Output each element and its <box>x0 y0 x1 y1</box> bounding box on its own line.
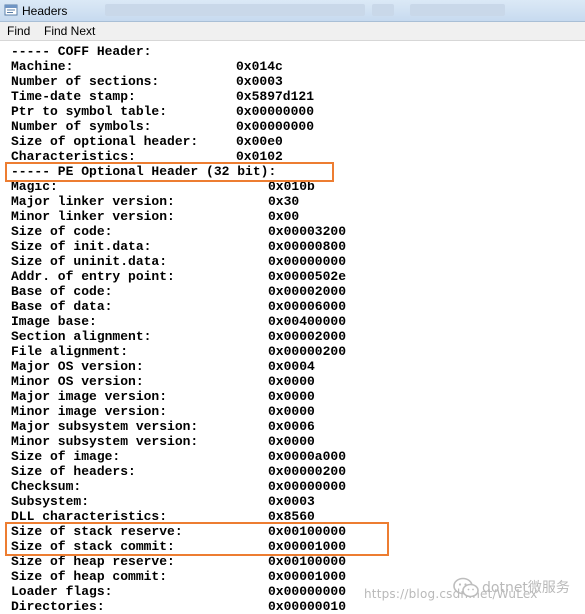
field-value: 0x00006000 <box>268 299 347 314</box>
title-bar-blurred-area <box>372 4 394 16</box>
field-value: 0x0000 <box>268 434 315 449</box>
field-label: Image base: <box>11 314 97 329</box>
menu-find-next-label: Find Next <box>44 24 96 38</box>
menu-find[interactable]: Find <box>7 24 30 38</box>
field-label: Size of headers: <box>11 464 136 479</box>
field-label: Magic: <box>11 179 58 194</box>
field-value: 0x00003200 <box>268 224 347 239</box>
field-label: Addr. of entry point: <box>11 269 175 284</box>
field-label: Size of image: <box>11 449 121 464</box>
field-value: 0x0000 <box>268 404 315 419</box>
field-label: Loader flags: <box>11 584 113 599</box>
field-value: 0x0003 <box>268 494 315 509</box>
field-value: 0x0102 <box>236 149 283 164</box>
field-value: 0x00000000 <box>268 254 347 269</box>
field-value: 0x00001000 <box>268 569 347 584</box>
field-label: Size of heap reserve: <box>11 554 175 569</box>
window-title: Headers <box>22 4 68 18</box>
field-value: 0x00000200 <box>268 344 347 359</box>
field-label: Size of code: <box>11 224 113 239</box>
field-label: Size of uninit.data: <box>11 254 168 269</box>
field-value: 0x00000000 <box>236 104 315 119</box>
title-bar-blurred-area <box>105 4 365 16</box>
field-value: 0x00100000 <box>268 554 347 569</box>
field-label: Major linker version: <box>11 194 175 209</box>
field-label: Ptr to symbol table: <box>11 104 168 119</box>
field-value: 0x00400000 <box>268 314 347 329</box>
field-value: 0x00e0 <box>236 134 283 149</box>
coff-header-heading: ----- COFF Header: <box>11 44 152 59</box>
field-label: Major subsystem version: <box>11 419 199 434</box>
field-label: Directories: <box>11 599 105 614</box>
field-value: 0x30 <box>268 194 300 209</box>
field-label: Minor image version: <box>11 404 168 419</box>
field-value: 0x00000000 <box>268 479 347 494</box>
headers-window: Headers Find Find Next ----- COFF Header… <box>0 0 585 614</box>
field-value: 0x0004 <box>268 359 315 374</box>
menu-find-next[interactable]: Find Next <box>44 24 95 38</box>
field-value: 0x00000010 <box>268 599 347 614</box>
field-label: Size of init.data: <box>11 239 152 254</box>
field-value: 0x0000502e <box>268 269 347 284</box>
field-label: Number of sections: <box>11 74 160 89</box>
field-label: Number of symbols: <box>11 119 152 134</box>
field-label: Base of code: <box>11 284 113 299</box>
field-value: 0x0003 <box>236 74 283 89</box>
field-label: Minor linker version: <box>11 209 175 224</box>
menu-find-label: Find <box>7 24 31 38</box>
field-label: Major image version: <box>11 389 168 404</box>
field-label: Major OS version: <box>11 359 144 374</box>
menu-bar: Find Find Next <box>0 22 585 41</box>
field-value: 0x5897d121 <box>236 89 315 104</box>
field-value: 0x00000000 <box>236 119 315 134</box>
field-label: Section alignment: <box>11 329 152 344</box>
field-value: 0x00000000 <box>268 584 347 599</box>
field-label: Machine: <box>11 59 74 74</box>
field-label: Size of stack commit: <box>11 539 175 554</box>
field-label: Size of optional header: <box>11 134 199 149</box>
headers-text-view[interactable]: ----- COFF Header: Machine: 0x014c Number… <box>0 41 585 614</box>
field-value: 0x00 <box>268 209 300 224</box>
field-label: DLL characteristics: <box>11 509 168 524</box>
field-value: 0x00100000 <box>268 524 347 539</box>
field-value: 0x00000200 <box>268 464 347 479</box>
field-label: File alignment: <box>11 344 129 359</box>
field-label: Base of data: <box>11 299 113 314</box>
field-label: Minor OS version: <box>11 374 144 389</box>
field-value: 0x00001000 <box>268 539 347 554</box>
field-value: 0x014c <box>236 59 283 74</box>
field-label: Characteristics: <box>11 149 136 164</box>
field-value: 0x8560 <box>268 509 315 524</box>
title-bar[interactable]: Headers <box>0 0 585 22</box>
field-label: Minor subsystem version: <box>11 434 199 449</box>
field-label: Subsystem: <box>11 494 90 509</box>
field-label: Checksum: <box>11 479 82 494</box>
field-value: 0x0000a000 <box>268 449 347 464</box>
field-value: 0x0006 <box>268 419 315 434</box>
field-label: Size of stack reserve: <box>11 524 183 539</box>
field-value: 0x0000 <box>268 389 315 404</box>
field-label: Time-date stamp: <box>11 89 136 104</box>
app-icon <box>4 4 18 16</box>
pe-optional-header-heading: ----- PE Optional Header (32 bit): <box>11 164 277 179</box>
field-value: 0x00002000 <box>268 329 347 344</box>
field-value: 0x00002000 <box>268 284 347 299</box>
field-label: Size of heap commit: <box>11 569 168 584</box>
field-value: 0x0000 <box>268 374 315 389</box>
field-value: 0x010b <box>268 179 315 194</box>
field-value: 0x00000800 <box>268 239 347 254</box>
title-bar-blurred-area <box>410 4 505 16</box>
